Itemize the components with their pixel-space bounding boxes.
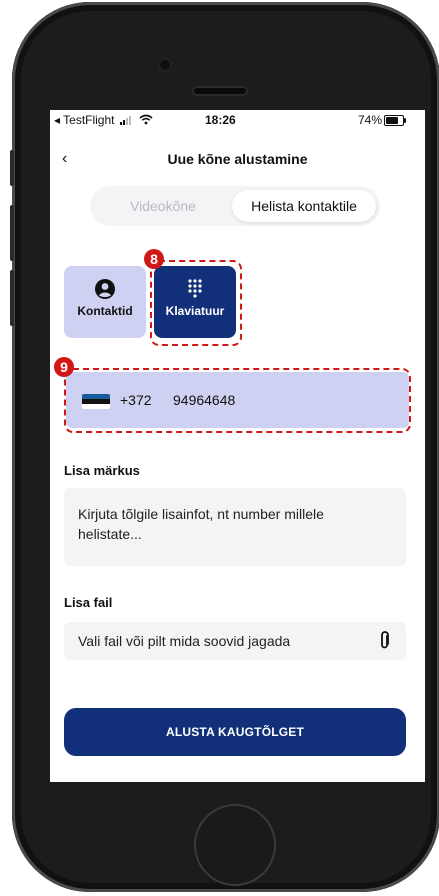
note-textarea[interactable]: Kirjuta tõlgile lisainfot, nt number mil… xyxy=(64,488,406,566)
volume-up-button xyxy=(10,205,14,261)
step-badge-8: 8 xyxy=(144,249,164,269)
home-button[interactable] xyxy=(194,804,276,886)
tab-video-call[interactable]: Videokõne xyxy=(98,190,228,222)
contacts-tab-label: Kontaktid xyxy=(77,304,133,318)
status-bar: ◂ TestFlight 18:26 74% xyxy=(50,110,425,130)
mute-switch xyxy=(10,150,14,186)
keypad-highlight xyxy=(150,260,242,346)
front-camera xyxy=(160,60,170,70)
battery-percent: 74% xyxy=(358,113,383,127)
file-section-label: Lisa fail xyxy=(64,595,113,610)
file-placeholder: Vali fail või pilt mida soovid jagada xyxy=(78,633,291,649)
page-header: ‹ Uue kõne alustamine xyxy=(50,148,425,174)
battery-icon xyxy=(384,115,406,126)
file-picker-field[interactable]: Vali fail või pilt mida soovid jagada xyxy=(64,622,406,660)
earpiece-speaker xyxy=(194,88,246,94)
volume-down-button xyxy=(10,270,14,326)
person-circle-icon xyxy=(95,279,115,299)
phone-field-highlight xyxy=(64,368,411,433)
paperclip-icon[interactable] xyxy=(380,631,390,651)
start-interpreting-button[interactable]: ALUSTA KAUGTÕLGET xyxy=(64,708,406,756)
note-placeholder: Kirjuta tõlgile lisainfot, nt number mil… xyxy=(78,506,324,542)
contacts-tab-button[interactable]: Kontaktid xyxy=(64,266,146,338)
page-title: Uue kõne alustamine xyxy=(167,151,308,167)
back-to-app-link[interactable]: ◂ TestFlight xyxy=(54,113,153,127)
signal-icon xyxy=(119,116,131,125)
clock: 18:26 xyxy=(205,113,236,127)
wifi-icon xyxy=(139,114,153,125)
call-mode-toggle: Videokõne Helista kontaktile xyxy=(90,186,380,226)
tab-call-contact[interactable]: Helista kontaktile xyxy=(232,190,376,222)
note-section-label: Lisa märkus xyxy=(64,463,140,478)
step-badge-9: 9 xyxy=(54,357,74,377)
app-screen: ◂ TestFlight 18:26 74% ‹ Uue kõne alusta… xyxy=(50,110,425,782)
